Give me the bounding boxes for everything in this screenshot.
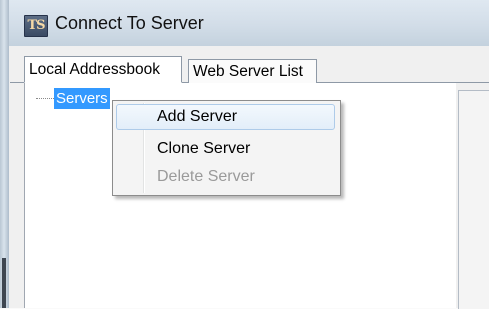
tab-web-server-list[interactable]: Web Server List [188,59,317,83]
context-menu: Add Server Clone Server Delete Server [112,100,341,196]
details-panel [458,90,489,309]
tree-connector-line [36,98,54,99]
frame-shadow [2,258,6,308]
window-frame-left [0,0,9,308]
app-icon[interactable]: TS [24,15,48,37]
menu-item-add-server[interactable]: Add Server [116,104,335,130]
title-bar[interactable]: TS Connect To Server [9,0,489,46]
menu-item-delete-server: Delete Server [157,168,255,185]
menu-item-clone-server[interactable]: Clone Server [116,136,335,162]
window-title: Connect To Server [55,13,204,33]
tree-node-servers[interactable]: Servers [54,88,110,109]
tab-local-addressbook[interactable]: Local Addressbook [24,56,182,83]
